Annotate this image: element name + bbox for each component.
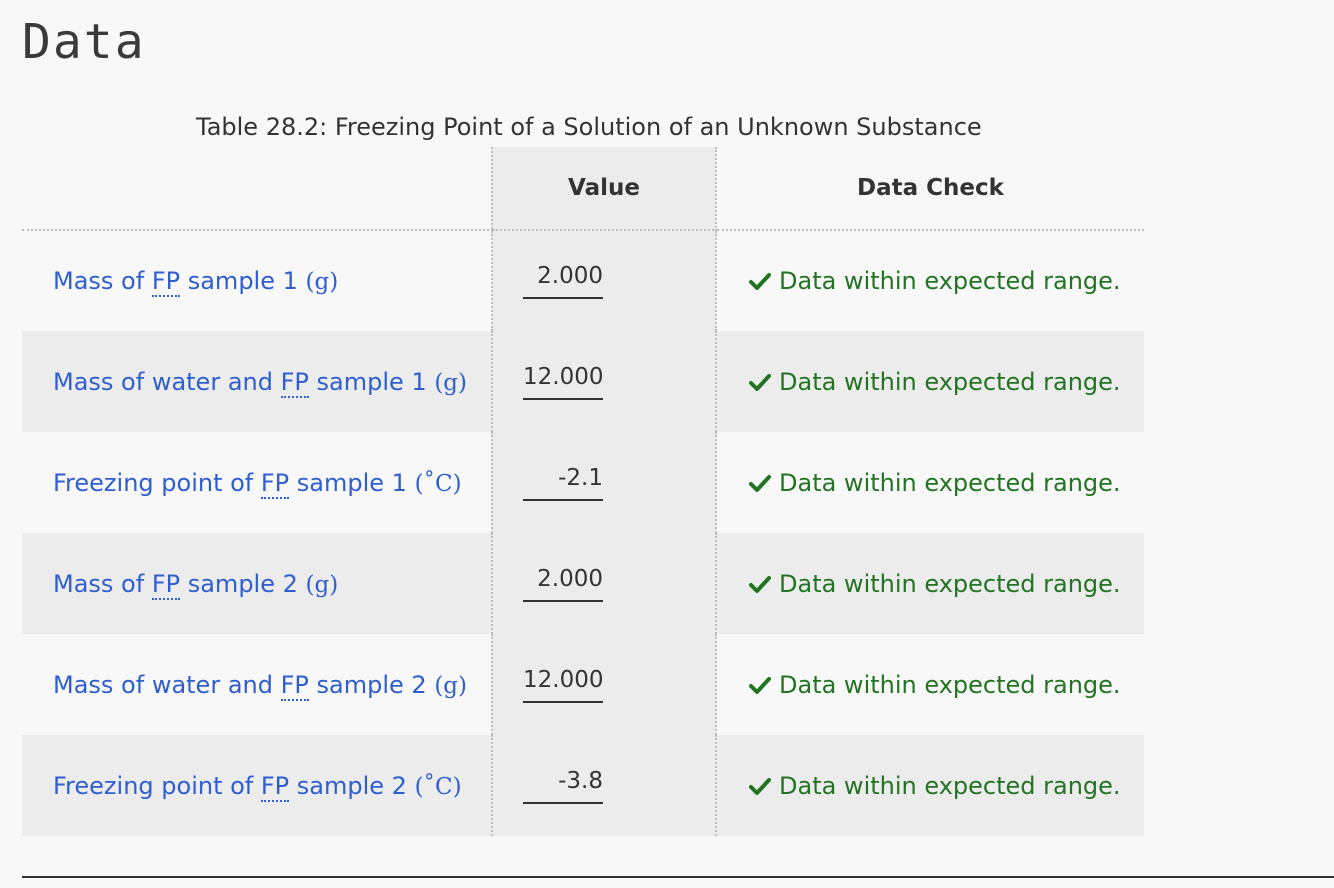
checkmark-icon [749,777,771,795]
label-prefix: Freezing point of [53,771,261,800]
table-row: Mass of water and FP sample 2 (g) 12.000… [22,634,1144,735]
table-caption: Table 28.2: Freezing Point of a Solution… [196,113,982,141]
label-prefix: Mass of water and [53,670,281,699]
row-label: Mass of water and FP sample 2 (g) [22,634,492,735]
data-check-cell: Data within expected range. [716,230,1144,331]
row-label: Freezing point of FP sample 2 (˚C) [22,735,492,836]
label-prefix: Mass of water and [53,367,281,396]
table-row: Mass of FP sample 1 (g) 2.000 Data withi… [22,230,1144,331]
label-suffix: sample 1 [180,267,306,295]
data-check-cell: Data within expected range. [716,634,1144,735]
header-data-check: Data Check [716,147,1144,231]
value-field[interactable]: 12.000 [523,364,603,400]
data-check-message: Data within expected range. [779,569,1121,598]
fp-abbreviation[interactable]: FP [151,267,181,297]
fp-abbreviation[interactable]: FP [260,771,290,802]
data-check-message: Data within expected range. [779,670,1121,699]
value-cell: 2.000 [491,533,717,634]
data-check-message: Data within expected range. [779,771,1121,800]
value-cell: 12.000 [491,634,717,735]
section-divider [22,876,1334,878]
label-suffix: sample 2 [289,771,415,800]
fp-abbreviation[interactable]: FP [280,670,309,701]
label-suffix: sample 1 [308,367,435,396]
unit-label: (g) [305,571,339,598]
value-cell: -2.1 [491,432,717,533]
value-cell: -3.8 [491,735,717,836]
header-value: Value [491,147,717,231]
label-suffix: sample 2 [180,569,306,598]
value-field[interactable]: 12.000 [523,667,603,703]
table-row: Mass of water and FP sample 1 (g) 12.000… [22,331,1144,432]
data-check-message: Data within expected range. [779,267,1121,295]
table-header-row: Value Data Check [22,147,1144,231]
value-cell: 12.000 [491,331,717,432]
row-label: Mass of FP sample 1 (g) [22,230,492,331]
checkmark-icon [749,373,771,391]
label-suffix: sample 2 [308,670,435,699]
value-field[interactable]: -2.1 [523,465,603,501]
label-suffix: sample 1 [289,468,415,497]
data-check-cell: Data within expected range. [716,432,1144,533]
row-label: Mass of FP sample 2 (g) [22,533,492,634]
checkmark-icon [749,474,771,492]
data-check-cell: Data within expected range. [716,331,1144,432]
unit-label: (g) [434,369,467,396]
fp-abbreviation[interactable]: FP [151,569,181,600]
table-row: Freezing point of FP sample 1 (˚C) -2.1 … [22,432,1144,533]
value-cell: 2.000 [491,230,717,331]
value-field[interactable]: 2.000 [523,263,603,299]
data-check-cell: Data within expected range. [716,533,1144,634]
checkmark-icon [749,273,771,290]
value-field[interactable]: 2.000 [523,566,603,602]
header-label [22,147,492,231]
value-field[interactable]: -3.8 [523,768,603,804]
data-table: Value Data Check Mass of FP sample 1 (g)… [22,147,1144,836]
unit-label: (˚C) [414,773,462,800]
label-prefix: Mass of [53,569,152,598]
page-title: Data [22,14,146,70]
unit-label: (g) [305,269,339,295]
data-check-cell: Data within expected range. [716,735,1144,836]
checkmark-icon [749,676,771,694]
unit-label: (˚C) [414,470,462,497]
table-row: Freezing point of FP sample 2 (˚C) -3.8 … [22,735,1144,836]
row-label: Mass of water and FP sample 1 (g) [22,331,492,432]
checkmark-icon [749,575,771,593]
unit-label: (g) [434,672,467,699]
fp-abbreviation[interactable]: FP [260,468,290,499]
row-label: Freezing point of FP sample 1 (˚C) [22,432,492,533]
table-row: Mass of FP sample 2 (g) 2.000 Data withi… [22,533,1144,634]
data-check-message: Data within expected range. [779,367,1121,396]
data-check-message: Data within expected range. [779,468,1121,497]
fp-abbreviation[interactable]: FP [280,367,309,398]
label-prefix: Freezing point of [53,468,261,497]
label-prefix: Mass of [53,267,152,295]
